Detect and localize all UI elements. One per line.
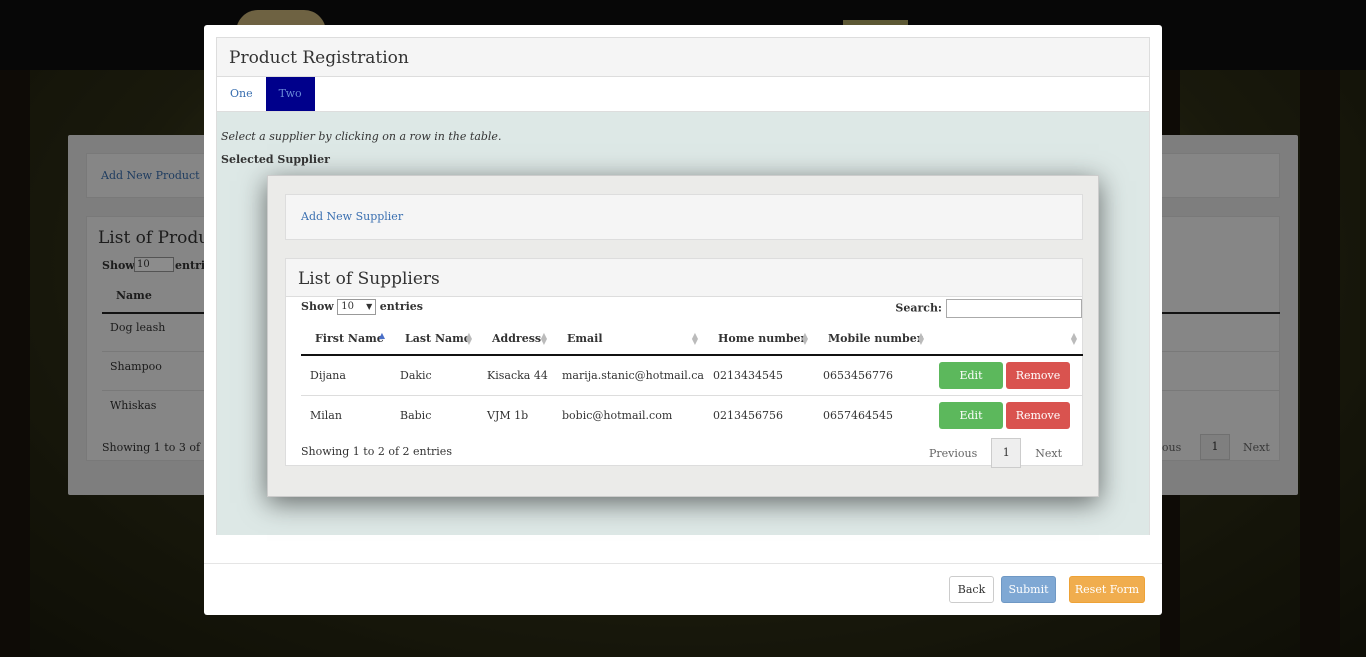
table-row[interactable]: Dijana Dakic Kisacka 44 marija.stanic@ho… [301, 355, 1083, 396]
sort-icon: ▲ ▼ [801, 330, 808, 346]
selected-supplier-label: Selected Supplier [221, 153, 330, 166]
column-address[interactable]: Address ▲ ▼ [478, 323, 553, 356]
column-actions[interactable]: ▲ ▼ [930, 323, 1083, 356]
pagination: Previous 1 Next [919, 438, 1072, 468]
actions-cell: Edit Remove [930, 395, 1083, 435]
tab-two[interactable]: Two [265, 77, 315, 111]
column-email[interactable]: Email ▲ ▼ [553, 323, 704, 356]
sort-icon: ▲ ▼ [691, 330, 698, 346]
address-cell: Kisacka 44 [478, 355, 553, 396]
column-label: Mobile number [828, 332, 923, 345]
actions-cell: Edit Remove [930, 355, 1083, 396]
column-label: Home number [718, 332, 807, 345]
column-label: Email [567, 332, 603, 345]
tab-one[interactable]: One [217, 77, 266, 111]
last-name-cell: Babic [400, 408, 432, 422]
email-cell: bobic@hotmail.com [562, 408, 673, 422]
sort-ascending-icon: ▲ [378, 330, 385, 340]
modal-title: Product Registration [217, 38, 1149, 77]
edit-button[interactable]: Edit [939, 401, 1003, 429]
submit-button[interactable]: Submit [1001, 576, 1056, 603]
add-new-supplier-link[interactable]: Add New Supplier [301, 210, 403, 223]
search-control: Search: [895, 299, 1082, 318]
column-label: Address [492, 332, 542, 345]
mobile-number-cell: 0653456776 [814, 355, 930, 396]
search-label: Search: [895, 301, 942, 315]
suppliers-list-title: List of Suppliers [286, 259, 1082, 297]
mobile-number-cell: 0657464545 [823, 408, 893, 422]
table-info: Showing 1 to 2 of 2 entries [301, 445, 452, 458]
add-supplier-card: Add New Supplier [285, 194, 1083, 240]
show-label: Show [301, 300, 334, 313]
next-page-button[interactable]: Next [1025, 447, 1072, 460]
table-header-row: First Name ▲ Last Name ▲ ▼ Address ▲ ▼ Email ▲… [301, 323, 1083, 356]
column-last-name[interactable]: Last Name ▲ ▼ [391, 323, 478, 356]
remove-button[interactable]: Remove [1006, 401, 1070, 429]
edit-button[interactable]: Edit [939, 361, 1003, 389]
column-label: Last Name [405, 332, 471, 345]
home-number-cell: 0213456756 [713, 408, 783, 422]
address-cell: VJM 1b [487, 408, 529, 422]
sort-icon: ▲ ▼ [1070, 330, 1077, 346]
table-row[interactable]: Milan Babic VJM 1b bobic@hotmail.com 021… [301, 395, 1083, 435]
column-home-number[interactable]: Home number ▲ ▼ [704, 323, 814, 356]
first-name-cell: Dijana [301, 355, 391, 396]
sort-icon: ▲ ▼ [540, 330, 547, 346]
suppliers-list-card: List of Suppliers Show 10 ▼ entries Searc… [285, 258, 1083, 468]
reset-form-button[interactable]: Reset Form [1069, 576, 1145, 603]
previous-page-button[interactable]: Previous [919, 447, 987, 460]
supplier-selection-popup: Add New Supplier List of Suppliers Show … [267, 175, 1099, 497]
tab-bar: One Two [217, 77, 1149, 112]
suppliers-table: First Name ▲ Last Name ▲ ▼ Address ▲ ▼ Email ▲… [301, 323, 1083, 435]
dropdown-arrow-icon: ▼ [366, 302, 373, 311]
entries-label: entries [379, 300, 423, 313]
back-button[interactable]: Back [949, 576, 994, 603]
column-label: First Name [315, 332, 384, 345]
column-first-name[interactable]: First Name ▲ [301, 323, 391, 356]
remove-button[interactable]: Remove [1006, 361, 1070, 389]
sort-icon: ▲ ▼ [917, 330, 924, 346]
sort-icon: ▲ ▼ [465, 330, 472, 346]
page-size-value: 10 [341, 301, 354, 312]
search-input[interactable] [946, 299, 1082, 318]
page-size-control: Show 10 ▼ entries [301, 299, 423, 315]
select-supplier-hint: Select a supplier by clicking on a row i… [221, 130, 502, 143]
first-name-cell: Milan [310, 408, 342, 422]
email-cell: marija.stanic@hotmail.ca [553, 355, 704, 396]
home-number-cell: 0213434545 [704, 355, 814, 396]
page-size-select[interactable]: 10 ▼ [337, 299, 377, 315]
page-1-button[interactable]: 1 [991, 438, 1022, 468]
last-name-cell: Dakic [391, 355, 478, 396]
footer-divider [204, 563, 1162, 564]
column-mobile-number[interactable]: Mobile number ▲ ▼ [814, 323, 930, 356]
